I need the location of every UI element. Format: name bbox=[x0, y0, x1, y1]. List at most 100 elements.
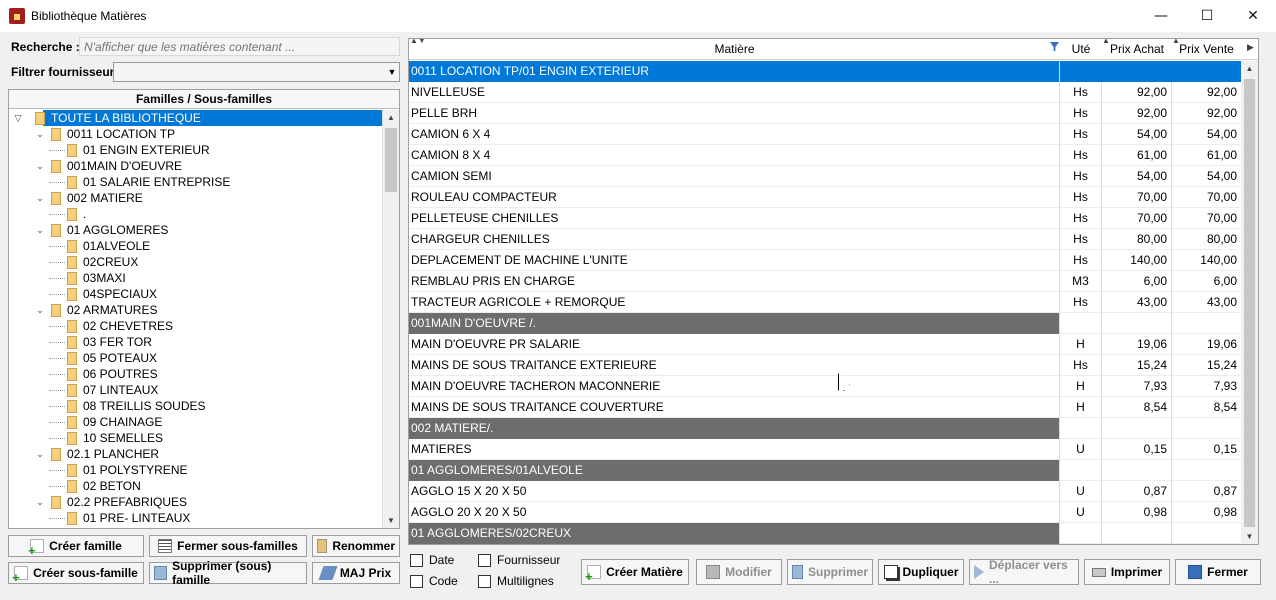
tree-node[interactable]: ⌄ 01 AGGLOMERES bbox=[9, 222, 383, 238]
cell-name: CHARGEUR CHENILLES bbox=[409, 229, 1060, 250]
update-price-button[interactable]: MAJ Prix bbox=[312, 562, 400, 584]
delete-button[interactable]: Supprimer bbox=[787, 559, 873, 585]
tree-node[interactable]: ⌄ 0011 LOCATION TP bbox=[9, 126, 383, 142]
checkbox-box[interactable] bbox=[410, 574, 423, 588]
category-row[interactable]: 001MAIN D'OEUVRE /. bbox=[409, 313, 1241, 334]
tree-node[interactable]: 04SPECIAUX bbox=[9, 286, 383, 302]
modify-button[interactable]: Modifier bbox=[696, 559, 782, 585]
supplier-filter-select[interactable]: ▼ bbox=[113, 62, 400, 82]
scroll-thumb[interactable] bbox=[385, 128, 397, 192]
expand-toggle-icon[interactable]: ⌄ bbox=[35, 222, 45, 238]
column-chevron-right-icon[interactable]: ▶ bbox=[1247, 42, 1254, 53]
tree-node[interactable]: 05 POTEAUX bbox=[9, 350, 383, 366]
material-row[interactable]: MATIERES U 0,15 0,15 bbox=[409, 439, 1241, 460]
material-row[interactable]: PELLETEUSE CHENILLES Hs 70,00 70,00 bbox=[409, 208, 1241, 229]
tree-node[interactable]: 01 PRE- LINTEAUX bbox=[9, 510, 383, 526]
tree-node[interactable]: 08 TREILLIS SOUDES bbox=[9, 398, 383, 414]
move-to-button[interactable]: Déplacer vers ... bbox=[969, 558, 1079, 586]
expand-toggle-icon[interactable]: ⌄ bbox=[35, 302, 45, 318]
tree-node[interactable]: 01 ENGIN EXTERIEUR bbox=[9, 142, 383, 158]
tree-node[interactable]: 09 CHAINAGE bbox=[9, 414, 383, 430]
tree-node[interactable]: ⌄ 02.2 PREFABRIQUES bbox=[9, 494, 383, 510]
tree-node[interactable]: 06 POUTRES bbox=[9, 366, 383, 382]
material-row[interactable]: MAIN D'OEUVRE TACHERON MACONNERIE H 7,93 7,… bbox=[409, 376, 1241, 397]
expand-toggle-icon[interactable]: ⌄ bbox=[35, 158, 45, 174]
category-row[interactable]: 002 MATIERE/. bbox=[409, 418, 1241, 439]
material-row[interactable]: NIVELLEUSE Hs 92,00 92,00 bbox=[409, 82, 1241, 103]
print-button[interactable]: Imprimer bbox=[1084, 559, 1170, 585]
tree-node[interactable]: 01 SALARIE ENTREPRISE bbox=[9, 174, 383, 190]
tree-node[interactable]: 10 SEMELLES bbox=[9, 430, 383, 446]
close-window-button[interactable]: ✕ bbox=[1230, 0, 1276, 32]
material-row[interactable]: CAMION SEMI Hs 54,00 54,00 bbox=[409, 166, 1241, 187]
category-row[interactable]: 01 AGGLOMERES/01ALVEOLE bbox=[409, 460, 1241, 481]
material-row[interactable]: ROULEAU COMPACTEUR Hs 70,00 70,00 bbox=[409, 187, 1241, 208]
tree-node[interactable]: 01ALVEOLE bbox=[9, 238, 383, 254]
scroll-up-icon[interactable]: ▲ bbox=[383, 110, 399, 126]
tree-node[interactable]: ⌄ 02.1 PLANCHER bbox=[9, 446, 383, 462]
tree-node[interactable]: 01 POLYSTYRENE bbox=[9, 462, 383, 478]
tree-node[interactable]: 03MAXI bbox=[9, 270, 383, 286]
material-row[interactable]: MAINS DE SOUS TRAITANCE EXTERIEURE Hs 15,2… bbox=[409, 355, 1241, 376]
material-row[interactable]: CAMION 6 X 4 Hs 54,00 54,00 bbox=[409, 124, 1241, 145]
expand-toggle-icon[interactable]: ⌄ bbox=[35, 494, 45, 510]
close-subfamilies-button[interactable]: Fermer sous-familles bbox=[149, 535, 307, 557]
tree-node[interactable]: . bbox=[9, 206, 383, 222]
rename-button[interactable]: Renommer bbox=[312, 535, 400, 557]
chevron-down-icon[interactable]: ▼ bbox=[387, 67, 397, 77]
tree-node[interactable]: 02 BETON bbox=[9, 478, 383, 494]
create-item-button[interactable]: Créer Matière bbox=[581, 559, 689, 585]
expand-toggle-icon[interactable]: ⌄ bbox=[35, 190, 45, 206]
grid-scrollbar[interactable]: ▲ ▼ bbox=[1241, 61, 1258, 544]
create-family-button[interactable]: Créer famille bbox=[8, 535, 144, 558]
tree-node[interactable]: 02 CHEVETRES bbox=[9, 318, 383, 334]
tree-node[interactable]: 07 LINTEAUX bbox=[9, 382, 383, 398]
close-button[interactable]: Fermer bbox=[1175, 559, 1261, 585]
checkbox-box[interactable] bbox=[410, 553, 423, 567]
expand-toggle-icon[interactable]: ⌄ bbox=[35, 446, 45, 462]
material-row[interactable]: MAIN D'OEUVRE PR SALARIE H 19,06 19,06 bbox=[409, 334, 1241, 355]
tree-node[interactable]: ⌄ 02 ARMATURES bbox=[9, 302, 383, 318]
duplicate-button[interactable]: Dupliquer bbox=[878, 559, 964, 585]
create-subfamily-button[interactable]: Créer sous-famille bbox=[8, 562, 144, 585]
tree-node[interactable]: 02CREUX bbox=[9, 254, 383, 270]
materials-grid[interactable]: ▲▼ Matière Uté ▲ Prix Achat ▲ Prix Vente… bbox=[408, 38, 1259, 545]
scroll-down-icon[interactable]: ▼ bbox=[1241, 529, 1258, 544]
expand-toggle-icon[interactable]: ▽ bbox=[13, 110, 23, 126]
column-header-unit[interactable]: Uté bbox=[1060, 39, 1102, 60]
delete-family-button[interactable]: Supprimer (sous) famille bbox=[149, 559, 307, 587]
checkbox-box[interactable] bbox=[478, 574, 491, 588]
material-row[interactable]: TRACTEUR AGRICOLE + REMORQUE Hs 43,00 43,00 bbox=[409, 292, 1241, 313]
material-row[interactable]: DEPLACEMENT DE MACHINE L'UNITE Hs 140,00 14… bbox=[409, 250, 1241, 271]
tree-node[interactable]: ⌄ 001MAIN D'OEUVRE bbox=[9, 158, 383, 174]
column-header-matiere[interactable]: Matière bbox=[409, 39, 1060, 60]
tree-node[interactable]: ▽ TOUTE LA BIBLIOTHEQUE bbox=[9, 110, 383, 126]
code-checkbox[interactable]: Code bbox=[410, 574, 458, 588]
category-row[interactable]: 0011 LOCATION TP/01 ENGIN EXTERIEUR bbox=[409, 61, 1241, 82]
tree-node[interactable]: 03 FER TOR bbox=[9, 334, 383, 350]
family-tree[interactable]: Familles / Sous-familles ▽ TOUTE LA BIBLI… bbox=[8, 89, 400, 529]
checkbox-box[interactable] bbox=[478, 553, 491, 567]
search-input[interactable] bbox=[79, 37, 400, 56]
expand-toggle-icon[interactable]: ⌄ bbox=[35, 126, 45, 142]
material-row[interactable]: MAINS DE SOUS TRAITANCE COUVERTURE H 8,54 8… bbox=[409, 397, 1241, 418]
column-header-sell-price[interactable]: Prix Vente bbox=[1172, 39, 1241, 60]
material-row[interactable]: PELLE BRH Hs 92,00 92,00 bbox=[409, 103, 1241, 124]
supplier-checkbox[interactable]: Fournisseur bbox=[478, 553, 560, 567]
minimize-button[interactable]: — bbox=[1138, 0, 1184, 32]
material-row[interactable]: AGGLO 15 X 20 X 50 U 0,87 0,87 bbox=[409, 481, 1241, 502]
date-checkbox[interactable]: Date bbox=[410, 553, 454, 567]
tree-scrollbar[interactable]: ▲ ▼ bbox=[382, 110, 399, 528]
material-row[interactable]: CAMION 8 X 4 Hs 61,00 61,00 bbox=[409, 145, 1241, 166]
category-row[interactable]: 01 AGGLOMERES/02CREUX bbox=[409, 523, 1241, 544]
scroll-up-icon[interactable]: ▲ bbox=[1241, 61, 1258, 77]
multiline-checkbox[interactable]: Multilignes bbox=[478, 574, 554, 588]
scroll-down-icon[interactable]: ▼ bbox=[383, 513, 399, 528]
material-row[interactable]: AGGLO 20 X 20 X 50 U 0,98 0,98 bbox=[409, 502, 1241, 523]
material-row[interactable]: CHARGEUR CHENILLES Hs 80,00 80,00 bbox=[409, 229, 1241, 250]
material-row[interactable]: REMBLAU PRIS EN CHARGE M3 6,00 6,00 bbox=[409, 271, 1241, 292]
maximize-button[interactable]: ☐ bbox=[1184, 0, 1230, 32]
scroll-thumb[interactable] bbox=[1244, 79, 1255, 527]
tree-node[interactable]: ⌄ 002 MATIERE bbox=[9, 190, 383, 206]
column-header-buy-price[interactable]: Prix Achat bbox=[1102, 39, 1172, 60]
